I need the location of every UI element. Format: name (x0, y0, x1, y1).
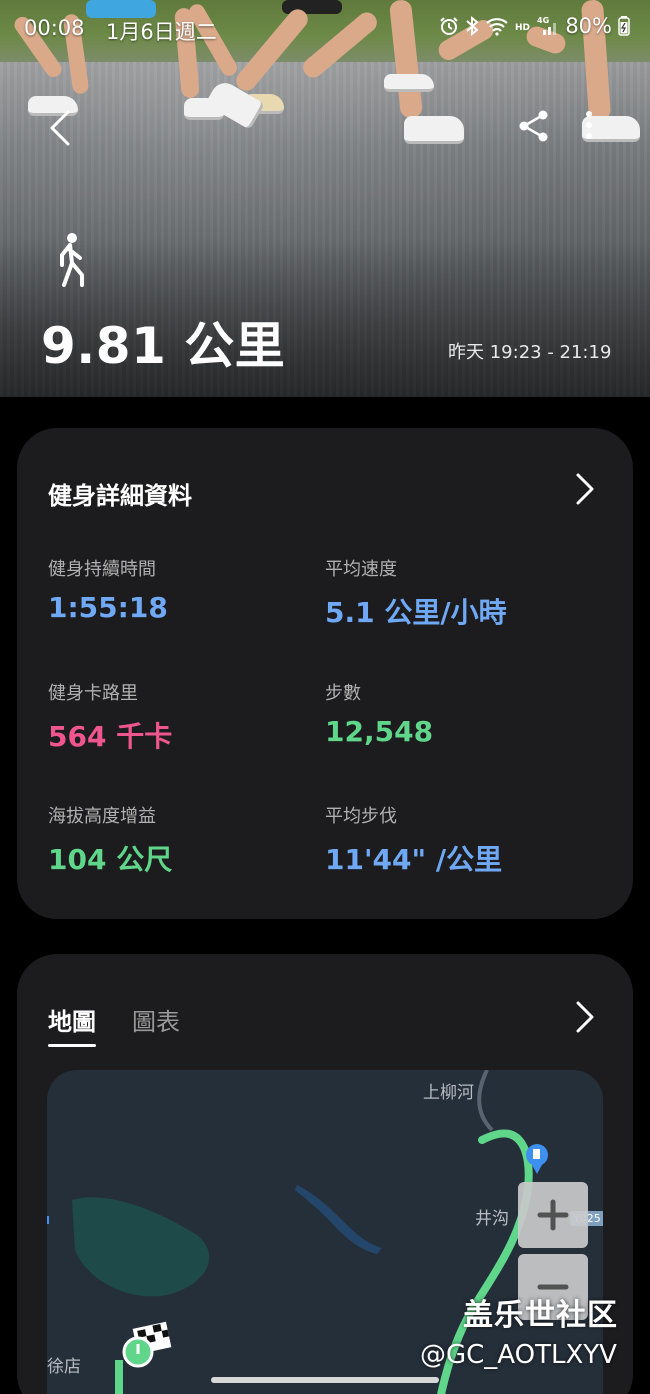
chevron-right-icon[interactable] (574, 1000, 596, 1034)
distance-value: 9.81 公里 (41, 317, 286, 375)
watermark-handle: @GC_AOTLXYV (420, 1340, 617, 1370)
map-road (477, 1070, 494, 1132)
map-label-village: 上柳河 (423, 1083, 474, 1103)
stat-avg-speed: 平均速度 5.1 公里/小時 (325, 555, 507, 631)
stat-label: 平均速度 (325, 559, 397, 580)
watermark-text: 盖乐世社区 (463, 1298, 618, 1333)
svg-text:HD: HD (515, 23, 530, 32)
stat-value: 11'44" /公里 (325, 843, 503, 876)
stat-label: 平均步伐 (325, 806, 397, 827)
map-label-village: 井沟 (475, 1209, 509, 1229)
stat-avg-pace: 平均步伐 11'44" /公里 (325, 802, 502, 878)
details-title: 健身詳細資料 (48, 482, 192, 510)
svg-text:4G: 4G (537, 16, 549, 25)
stat-value: 104 公尺 (48, 843, 173, 876)
workout-time-range: 昨天 19:23 - 21:19 (448, 342, 612, 363)
zoom-in-button[interactable] (518, 1182, 588, 1248)
walking-icon (60, 233, 84, 287)
bluetooth-icon (466, 16, 479, 36)
share-icon[interactable] (516, 108, 552, 144)
battery-icon (618, 16, 630, 36)
chevron-right-icon[interactable] (574, 472, 596, 506)
battery-percent: 80% (565, 14, 612, 38)
stat-elevation-gain: 海拔高度增益 104 公尺 (48, 802, 172, 878)
status-icons: HD 4G 80% (439, 14, 630, 38)
lake-shape (72, 1197, 210, 1297)
status-bar: 00:08 1月6日週二 HD 4G 80% (0, 12, 650, 46)
more-icon[interactable] (584, 110, 594, 140)
stat-value: 5.1 公里/小時 (325, 596, 507, 629)
tab-chart[interactable]: 圖表 (132, 1002, 180, 1047)
stat-label: 健身持續時間 (48, 559, 156, 580)
hd-icon: HD (515, 23, 530, 32)
status-date: 1月6日週二 (106, 20, 217, 44)
stat-value: 564 千卡 (48, 720, 173, 753)
workout-details-card[interactable]: 健身詳細資料 健身持續時間 1:55:18 平均速度 5.1 公里/小時 健身卡… (17, 428, 633, 919)
stat-value: 1:55:18 (48, 591, 168, 624)
home-indicator[interactable] (211, 1377, 439, 1383)
stat-duration: 健身持續時間 1:55:18 (48, 555, 168, 624)
stat-label: 健身卡路里 (48, 683, 138, 704)
back-icon[interactable] (42, 108, 78, 148)
stat-label: 海拔高度增益 (48, 806, 156, 827)
map-chart-tabs: 地圖 圖表 (48, 1002, 180, 1047)
river-shape (295, 1185, 382, 1254)
stat-label: 步數 (325, 683, 361, 704)
stat-value: 12,548 (325, 715, 434, 748)
tab-map[interactable]: 地圖 (48, 1002, 96, 1047)
stat-calories: 健身卡路里 564 千卡 (48, 679, 172, 755)
map-label-village: 徐店 (47, 1357, 81, 1377)
stat-steps: 步數 12,548 (325, 679, 433, 748)
start-point-icon (122, 1336, 154, 1368)
wifi-icon (486, 18, 509, 36)
status-time: 00:08 (24, 16, 85, 40)
alarm-icon (440, 17, 459, 35)
plus-icon (537, 1199, 569, 1231)
4g-signal-icon: 4G (537, 16, 557, 35)
hero-banner: 00:08 1月6日週二 HD 4G 80% 9.81 公里 昨天 19:23 … (0, 0, 650, 397)
